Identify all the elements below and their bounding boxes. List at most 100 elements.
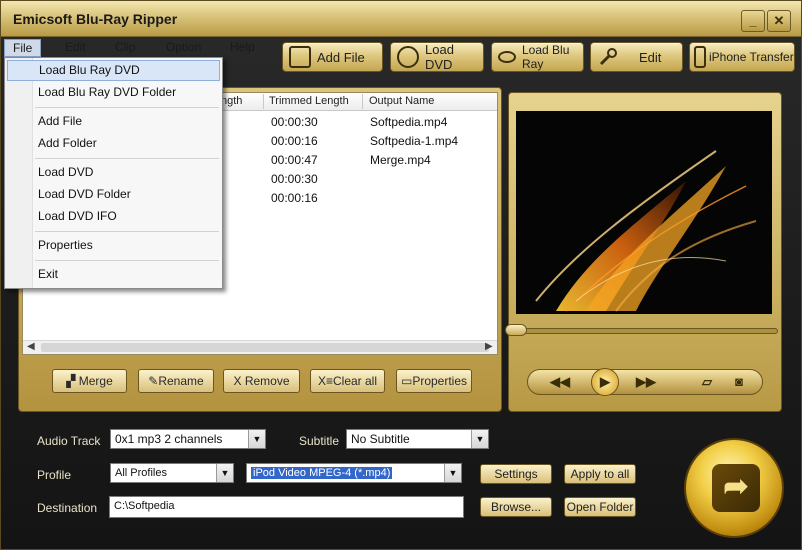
col-length[interactable]: ngth — [221, 95, 242, 107]
audio-track-select[interactable]: 0x1 mp3 2 channels ▼ — [110, 429, 266, 449]
edit-button[interactable]: Edit — [590, 42, 683, 72]
window-title: Emicsoft Blu-Ray Ripper — [13, 11, 178, 27]
subtitle-label: Subtitle — [299, 434, 340, 448]
camera-icon[interactable]: ◙ — [728, 372, 750, 392]
file-menu-dropdown: Load Blu Ray DVD Load Blu Ray DVD Folder… — [4, 57, 223, 289]
dvd-icon — [397, 46, 419, 68]
wrench-icon — [597, 46, 619, 68]
destination-value: C:\Softpedia — [114, 500, 175, 512]
menu-divider — [35, 158, 219, 159]
remove-button[interactable]: X Remove — [223, 369, 300, 393]
edit-label: Edit — [639, 49, 662, 65]
chevron-down-icon[interactable]: ▼ — [248, 430, 265, 448]
add-file-icon — [289, 46, 311, 68]
load-bluray-label: Load Blu Ray — [522, 43, 570, 71]
profile-value: iPod Video MPEG-4 (*.mp4) — [251, 467, 393, 479]
clear-all-button[interactable]: X≡Clear all — [310, 369, 385, 393]
fast-forward-icon[interactable]: ▶▶ — [627, 372, 665, 392]
col-separator — [362, 94, 363, 109]
load-bluray-button[interactable]: Load Blu Ray — [491, 42, 584, 72]
menu-divider — [35, 107, 219, 108]
convert-button[interactable]: ➦ — [684, 438, 784, 538]
load-dvd-button[interactable]: Load DVD — [390, 42, 484, 72]
seek-slider-knob[interactable] — [505, 324, 527, 336]
apply-to-all-button[interactable]: Apply to all — [564, 464, 636, 484]
menu-item-load-blu-ray-dvd[interactable]: Load Blu Ray DVD — [7, 60, 220, 81]
row-output: Merge.mp4 — [370, 153, 431, 167]
menu-help[interactable]: Help — [222, 39, 263, 57]
audio-track-label: Audio Track — [37, 434, 101, 448]
horizontal-scrollbar[interactable]: ◀ ▶ — [23, 340, 497, 354]
play-icon[interactable]: ▶ — [591, 368, 619, 396]
iphone-icon — [694, 46, 706, 68]
subtitle-value: No Subtitle — [351, 432, 410, 446]
properties-label: Properties — [412, 374, 468, 388]
iphone-transfer-label: iPhone Transfer — [709, 50, 794, 64]
audio-track-value: 0x1 mp3 2 channels — [115, 432, 223, 446]
close-button[interactable]: ✕ — [767, 10, 791, 32]
menu-item-load-blu-ray-dvd-folder[interactable]: Load Blu Ray DVD Folder — [7, 82, 220, 103]
profile-label: Profile — [37, 468, 72, 482]
clear-icon: X≡ — [317, 374, 333, 388]
chevron-down-icon[interactable]: ▼ — [471, 430, 488, 448]
row-trimmed: 00:00:30 — [271, 172, 318, 186]
folder-icon[interactable]: ▱ — [695, 372, 719, 392]
add-file-button[interactable]: Add File — [282, 42, 383, 72]
remove-icon: X — [233, 374, 245, 388]
rename-button[interactable]: ✎Rename — [138, 369, 214, 393]
row-trimmed: 00:00:30 — [271, 115, 318, 129]
chevron-down-icon[interactable]: ▼ — [444, 464, 461, 482]
properties-button[interactable]: ▭Properties — [396, 369, 472, 393]
menu-clip[interactable]: Clip — [107, 39, 144, 57]
merge-button[interactable]: ▞ Merge — [52, 369, 127, 393]
properties-icon: ▭ — [400, 374, 413, 388]
menu-item-load-dvd-ifo[interactable]: Load DVD IFO — [7, 206, 220, 227]
menu-item-load-dvd-folder[interactable]: Load DVD Folder — [7, 184, 220, 205]
menu-item-properties[interactable]: Properties — [7, 235, 220, 256]
scroll-left-icon[interactable]: ◀ — [27, 341, 35, 352]
profile-category-select[interactable]: All Profiles ▼ — [110, 463, 234, 483]
browse-button[interactable]: Browse... — [480, 497, 552, 517]
clear-all-label: Clear all — [333, 374, 378, 388]
flame-artwork — [535, 150, 757, 312]
menu-item-add-file[interactable]: Add File — [7, 111, 220, 132]
scroll-right-icon[interactable]: ▶ — [485, 341, 493, 352]
menu-edit[interactable]: Edit — [57, 39, 94, 57]
row-trimmed: 00:00:47 — [271, 153, 318, 167]
menu-option[interactable]: Option — [158, 39, 209, 57]
app-window: Emicsoft Blu-Ray Ripper _ ✕ File Edit Cl… — [0, 0, 802, 550]
menu-divider — [35, 231, 219, 232]
rename-label: Rename — [158, 374, 204, 388]
destination-input[interactable]: C:\Softpedia — [109, 496, 464, 518]
menu-file[interactable]: File — [4, 39, 42, 57]
minimize-button[interactable]: _ — [741, 10, 765, 32]
row-trimmed: 00:00:16 — [271, 134, 318, 148]
subtitle-select[interactable]: No Subtitle ▼ — [346, 429, 489, 449]
settings-button[interactable]: Settings — [480, 464, 552, 484]
add-file-label: Add File — [317, 49, 365, 65]
seek-slider[interactable] — [508, 328, 778, 334]
title-bar: Emicsoft Blu-Ray Ripper _ ✕ — [1, 1, 801, 37]
menu-item-add-folder[interactable]: Add Folder — [7, 133, 220, 154]
chevron-down-icon[interactable]: ▼ — [216, 464, 233, 482]
menu-item-exit[interactable]: Exit — [7, 264, 220, 285]
convert-arrow-icon: ➦ — [712, 464, 760, 512]
col-separator — [263, 94, 264, 109]
open-folder-button[interactable]: Open Folder — [564, 497, 636, 517]
rewind-icon[interactable]: ◀◀ — [541, 372, 579, 392]
remove-label: Remove — [244, 374, 290, 388]
pencil-icon: ✎ — [148, 374, 159, 388]
menu-divider — [35, 260, 219, 261]
iphone-transfer-button[interactable]: iPhone Transfer — [689, 42, 795, 72]
menu-item-load-dvd[interactable]: Load DVD — [7, 162, 220, 183]
profile-category-value: All Profiles — [115, 467, 167, 479]
load-dvd-label: Load DVD — [425, 42, 454, 72]
menu-bar: File Edit Clip Option Help — [1, 37, 276, 57]
col-trimmed-length[interactable]: Trimmed Length — [269, 95, 349, 107]
row-trimmed: 00:00:16 — [271, 191, 318, 205]
destination-label: Destination — [37, 501, 98, 515]
profile-select[interactable]: iPod Video MPEG-4 (*.mp4) ▼ — [246, 463, 462, 483]
scroll-thumb[interactable] — [41, 343, 489, 352]
col-output-name[interactable]: Output Name — [369, 95, 434, 107]
bluray-icon — [498, 51, 516, 63]
